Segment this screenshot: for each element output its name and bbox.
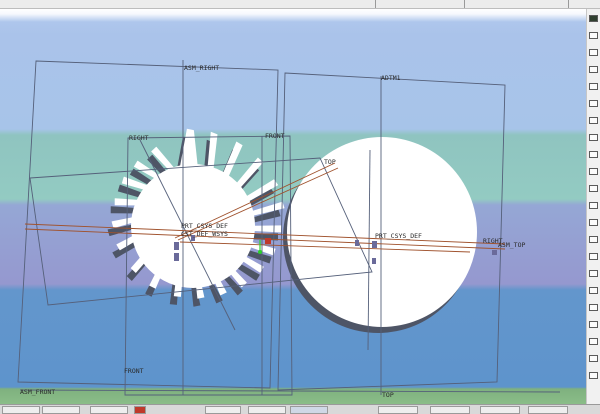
csys-origin-point[interactable] <box>258 250 262 254</box>
label-right-1: RIGHT <box>129 134 149 142</box>
sketch-icon[interactable] <box>589 117 598 124</box>
analysis-icon[interactable] <box>589 236 598 243</box>
csys-marker[interactable] <box>355 240 359 246</box>
appearance-icon[interactable] <box>589 304 598 311</box>
model-tree-icon[interactable] <box>589 15 598 22</box>
csys-marker[interactable] <box>372 258 376 264</box>
material-icon[interactable] <box>589 219 598 226</box>
datum-plane-asm-front[interactable] <box>19 389 561 393</box>
label-prt-csys-def-1: PRT_CSYS_DEF <box>181 222 228 230</box>
label-front-1: FRONT <box>265 132 285 140</box>
label-adtm1: ADTM1 <box>381 74 401 82</box>
csys-marker[interactable] <box>174 242 179 250</box>
display-icon[interactable] <box>589 287 598 294</box>
csys-marker[interactable] <box>492 250 497 255</box>
top-bar-separator <box>464 0 465 8</box>
settings-icon[interactable] <box>589 321 598 328</box>
gear-group[interactable] <box>111 128 477 327</box>
label-csys-sub: CST_DEF_WSYS <box>181 230 228 238</box>
axis-icon[interactable] <box>589 66 598 73</box>
datum-icon[interactable] <box>589 49 598 56</box>
close-icon[interactable] <box>589 372 598 379</box>
label-top-2: TOP <box>382 391 394 399</box>
label-asm-front: ASM_FRONT <box>20 388 55 396</box>
feature-icon[interactable] <box>589 185 598 192</box>
label-prt-csys-def-2: PRT_CSYS_DEF <box>375 232 422 240</box>
right-toolbar <box>586 9 600 404</box>
plane-icon[interactable] <box>589 134 598 141</box>
label-front-2: FRONT <box>124 367 144 375</box>
datum-axis-icon[interactable] <box>589 151 598 158</box>
label-top-1: TOP <box>324 158 336 166</box>
label-asm-right: ASM_RIGHT <box>184 64 219 72</box>
csys-marker[interactable] <box>174 253 179 261</box>
help-icon[interactable] <box>589 338 598 345</box>
window-top-bar <box>0 0 600 9</box>
layers-icon[interactable] <box>589 32 598 39</box>
selected-point-marker[interactable] <box>265 238 271 244</box>
model-graphics-window[interactable]: ASM_RIGHT ADTM1 RIGHT FRONT TOP PRT_CSYS… <box>0 9 586 404</box>
assembly-view[interactable]: ASM_RIGHT ADTM1 RIGHT FRONT TOP PRT_CSYS… <box>0 9 586 404</box>
search-icon[interactable] <box>589 355 598 362</box>
view-icon[interactable] <box>589 253 598 260</box>
top-bar-separator <box>568 0 569 8</box>
label-asm-top: ASM_TOP <box>498 241 525 249</box>
csys-icon[interactable] <box>589 100 598 107</box>
csys-marker[interactable] <box>372 241 377 248</box>
top-bar-separator <box>375 0 376 8</box>
annotation-icon[interactable] <box>589 202 598 209</box>
render-icon[interactable] <box>589 270 598 277</box>
datum-point-icon[interactable] <box>589 168 598 175</box>
point-icon[interactable] <box>589 83 598 90</box>
